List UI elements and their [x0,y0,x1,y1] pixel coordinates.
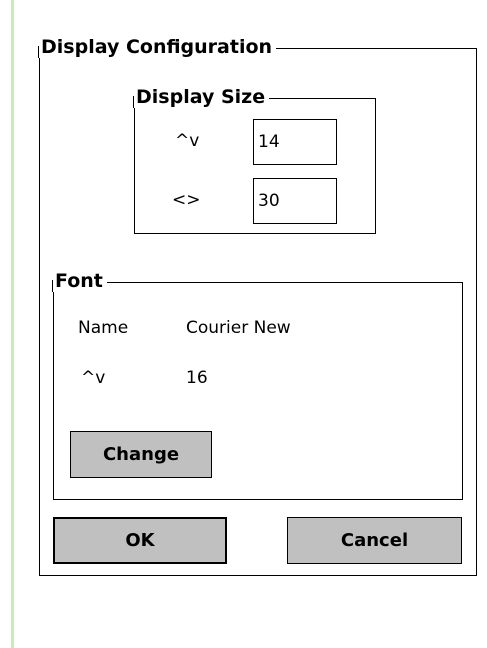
legend-corner-tick [38,46,39,58]
change-font-button[interactable]: Change [70,431,212,478]
left-accent-rule [11,0,14,648]
font-size-value: 16 [186,368,208,388]
rows-input[interactable] [253,119,337,165]
columns-input[interactable] [253,178,337,224]
display-configuration-title: Display Configuration [38,36,277,58]
dialog-page: Display Configuration Display Size ^v <>… [0,0,487,648]
font-name-label: Name [78,318,129,338]
columns-label: <> [172,190,201,210]
legend-corner-tick [133,96,134,108]
legend-corner-tick [52,280,53,292]
font-title-text: Font [55,270,103,292]
display-size-title-text: Display Size [136,86,266,108]
display-size-title: Display Size [133,86,270,108]
font-name-value: Courier New [186,318,291,338]
font-size-label: ^v [81,368,106,388]
ok-button[interactable]: OK [53,517,227,564]
rows-label: ^v [175,131,200,151]
display-configuration-title-text: Display Configuration [41,36,273,58]
font-title: Font [52,270,107,292]
cancel-button[interactable]: Cancel [287,517,462,564]
